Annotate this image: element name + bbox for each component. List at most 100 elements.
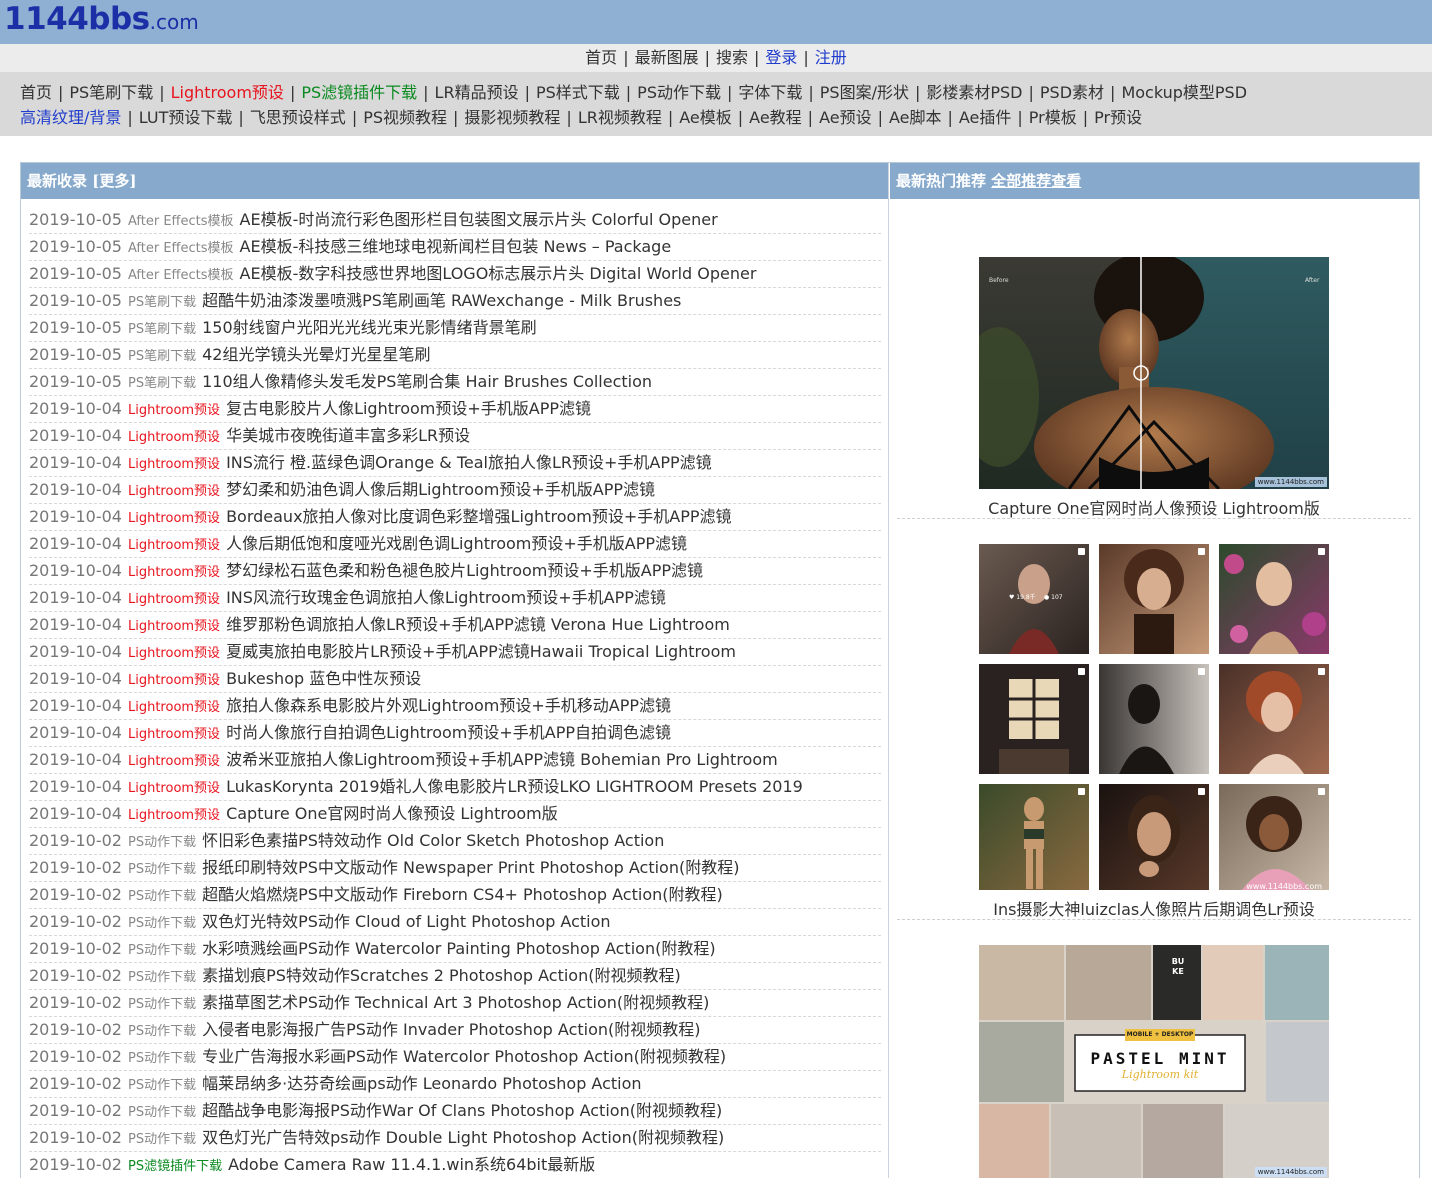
category-link[interactable]: Mockup模型PSD: [1121, 83, 1247, 102]
item-title-link[interactable]: 夏威夷旅拍电影胶片LR预设+手机APP滤镜Hawaii Tropical Lig…: [226, 642, 736, 661]
top-nav-login[interactable]: 登录: [765, 48, 797, 67]
item-title-link[interactable]: 素描划痕PS特效动作Scratches 2 Photoshop Action(附…: [202, 966, 681, 985]
item-title-link[interactable]: LukasKorynta 2019婚礼人像电影胶片LR预设LKO LIGHTRO…: [226, 777, 803, 796]
item-category-link[interactable]: PS动作下载: [128, 1132, 196, 1147]
item-title-link[interactable]: 超酷战争电影海报PS动作War Of Clans Photoshop Actio…: [202, 1101, 722, 1120]
item-category-link[interactable]: Lightroom预设: [128, 484, 220, 499]
item-title-link[interactable]: 42组光学镜头光晕灯光星星笔刷: [202, 345, 430, 364]
item-category-link[interactable]: Lightroom预设: [128, 592, 220, 607]
item-title-link[interactable]: Bordeaux旅拍人像对比度调色彩整增强Lightroom预设+手机APP滤镜: [226, 507, 731, 526]
item-category-link[interactable]: Lightroom预设: [128, 781, 220, 796]
item-title-link[interactable]: 双色灯光特效PS动作 Cloud of Light Photoshop Acti…: [202, 912, 610, 931]
category-link[interactable]: LR视频教程: [578, 108, 662, 127]
category-link[interactable]: Ae预设: [819, 108, 872, 127]
item-title-link[interactable]: AE模板-时尚流行彩色图形栏目包装图文展示片头 Colorful Opener: [240, 210, 718, 229]
category-link[interactable]: LR精品预设: [435, 83, 519, 102]
category-link[interactable]: Ae脚本: [889, 108, 942, 127]
item-title-link[interactable]: 水彩喷溅绘画PS动作 Watercolor Painting Photoshop…: [202, 939, 716, 958]
item-title-link[interactable]: AE模板-科技感三维地球电视新闻栏目包装 News – Package: [240, 237, 672, 256]
latest-more-link[interactable]: [更多]: [92, 172, 136, 190]
hot-rec-3-image[interactable]: BU KE MOBILE + DESKTOP PASTEL MINT Light…: [979, 945, 1329, 1178]
category-link[interactable]: 高清纹理/背景: [20, 108, 121, 127]
item-title-link[interactable]: 波希米亚旅拍人像Lightroom预设+手机APP滤镜 Bohemian Pro…: [226, 750, 778, 769]
category-link[interactable]: Ae教程: [749, 108, 802, 127]
category-link[interactable]: 飞思预设样式: [250, 108, 346, 127]
item-category-link[interactable]: PS动作下载: [128, 1105, 196, 1120]
item-category-link[interactable]: After Effects模板: [128, 268, 234, 283]
item-title-link[interactable]: 素描草图艺术PS动作 Technical Art 3 Photoshop Act…: [202, 993, 709, 1012]
category-link[interactable]: PS滤镜插件下载: [301, 83, 417, 102]
top-nav-home[interactable]: 首页: [585, 48, 617, 67]
hot-rec-2-caption[interactable]: Ins摄影大神luizclas人像照片后期调色Lr预设: [897, 896, 1411, 920]
item-category-link[interactable]: Lightroom预设: [128, 511, 220, 526]
item-title-link[interactable]: 双色灯光广告特效ps动作 Double Light Photoshop Acti…: [202, 1128, 724, 1147]
item-category-link[interactable]: Lightroom预设: [128, 403, 220, 418]
category-link[interactable]: PS样式下载: [536, 83, 620, 102]
item-category-link[interactable]: Lightroom预设: [128, 619, 220, 634]
item-category-link[interactable]: Lightroom预设: [128, 565, 220, 580]
item-title-link[interactable]: 幅莱昂纳多·达芬奇绘画ps动作 Leonardo Photoshop Actio…: [202, 1074, 641, 1093]
item-category-link[interactable]: Lightroom预设: [128, 538, 220, 553]
item-title-link[interactable]: 复古电影胶片人像Lightroom预设+手机版APP滤镜: [226, 399, 591, 418]
hot-all-link[interactable]: 全部推荐查看: [991, 172, 1081, 190]
category-link[interactable]: PS动作下载: [637, 83, 721, 102]
top-nav-register[interactable]: 注册: [815, 48, 847, 67]
top-nav-search[interactable]: 搜索: [716, 48, 748, 67]
item-category-link[interactable]: After Effects模板: [128, 214, 234, 229]
item-category-link[interactable]: Lightroom预设: [128, 700, 220, 715]
item-title-link[interactable]: Bukeshop 蓝色中性灰预设: [226, 669, 421, 688]
category-link[interactable]: PS图案/形状: [820, 83, 909, 102]
item-title-link[interactable]: 梦幻柔和奶油色调人像后期Lightroom预设+手机版APP滤镜: [226, 480, 655, 499]
item-title-link[interactable]: 超酷牛奶油漆泼墨喷溅PS笔刷画笔 RAWexchange - Milk Brus…: [202, 291, 681, 310]
item-title-link[interactable]: 报纸印刷特效PS中文版动作 Newspaper Print Photoshop …: [202, 858, 739, 877]
item-title-link[interactable]: INS风流行玫瑰金色调旅拍人像Lightroom预设+手机APP滤镜: [226, 588, 666, 607]
item-category-link[interactable]: After Effects模板: [128, 241, 234, 256]
hot-rec-1-caption[interactable]: Capture One官网时尚人像预设 Lightroom版: [897, 495, 1411, 519]
item-title-link[interactable]: 怀旧彩色素描PS特效动作 Old Color Sketch Photoshop …: [202, 831, 664, 850]
item-category-link[interactable]: PS笔刷下载: [128, 376, 196, 391]
item-category-link[interactable]: PS动作下载: [128, 970, 196, 985]
item-title-link[interactable]: 梦幻绿松石蓝色柔和粉色褪色胶片Lightroom预设+手机版APP滤镜: [226, 561, 703, 580]
item-title-link[interactable]: 华美城市夜晚街道丰富多彩LR预设: [226, 426, 470, 445]
category-link[interactable]: 摄影视频教程: [464, 108, 560, 127]
item-category-link[interactable]: Lightroom预设: [128, 430, 220, 445]
category-link[interactable]: PSD素材: [1040, 83, 1104, 102]
item-category-link[interactable]: Lightroom预设: [128, 457, 220, 472]
item-title-link[interactable]: 维罗那粉色调旅拍人像LR预设+手机APP滤镜 Verona Hue Lightr…: [226, 615, 730, 634]
item-title-link[interactable]: 时尚人像旅行自拍调色Lightroom预设+手机APP自拍调色滤镜: [226, 723, 671, 742]
item-category-link[interactable]: PS笔刷下载: [128, 322, 196, 337]
item-title-link[interactable]: INS流行 橙.蓝绿色调Orange & Teal旅拍人像LR预设+手机APP滤…: [226, 453, 712, 472]
item-category-link[interactable]: PS动作下载: [128, 1051, 196, 1066]
hot-rec-1-image[interactable]: Before After www.1144bbs.com: [979, 257, 1329, 489]
item-title-link[interactable]: Adobe Camera Raw 11.4.1.win系统64bit最新版: [228, 1155, 595, 1174]
item-category-link[interactable]: PS动作下载: [128, 943, 196, 958]
item-title-link[interactable]: 150射线窗户光阳光光线光束光影情绪背景笔刷: [202, 318, 537, 337]
category-link[interactable]: Lightroom预设: [171, 83, 284, 102]
hot-rec-2-image[interactable]: ♥ 19.8千 ● 107 www.1144bbs.com: [979, 544, 1329, 890]
item-title-link[interactable]: 超酷火焰燃烧PS中文版动作 Fireborn CS4+ Photoshop Ac…: [202, 885, 723, 904]
category-link[interactable]: Ae模板: [679, 108, 732, 127]
item-category-link[interactable]: PS动作下载: [128, 1078, 196, 1093]
item-category-link[interactable]: PS动作下载: [128, 1024, 196, 1039]
item-title-link[interactable]: 旅拍人像森系电影胶片外观Lightroom预设+手机移动APP滤镜: [226, 696, 671, 715]
item-title-link[interactable]: Capture One官网时尚人像预设 Lightroom版: [226, 804, 558, 823]
item-category-link[interactable]: PS动作下载: [128, 997, 196, 1012]
item-category-link[interactable]: PS动作下载: [128, 889, 196, 904]
item-category-link[interactable]: PS动作下载: [128, 916, 196, 931]
top-nav-latest-gallery[interactable]: 最新图展: [635, 48, 699, 67]
item-title-link[interactable]: 入侵者电影海报广告PS动作 Invader Photoshop Action(附…: [202, 1020, 700, 1039]
site-logo[interactable]: 1144bbs.com: [4, 1, 199, 37]
item-category-link[interactable]: PS笔刷下载: [128, 349, 196, 364]
category-link[interactable]: 首页: [20, 83, 52, 102]
category-link[interactable]: Pr预设: [1094, 108, 1142, 127]
category-link[interactable]: PS视频教程: [363, 108, 447, 127]
item-title-link[interactable]: 专业广告海报水彩画PS动作 Watercolor Photoshop Actio…: [202, 1047, 726, 1066]
category-link[interactable]: Ae插件: [959, 108, 1012, 127]
category-link[interactable]: LUT预设下载: [139, 108, 233, 127]
category-link[interactable]: 影楼素材PSD: [926, 83, 1022, 102]
item-title-link[interactable]: 人像后期低饱和度哑光戏剧色调Lightroom预设+手机版APP滤镜: [226, 534, 687, 553]
item-category-link[interactable]: PS动作下载: [128, 862, 196, 877]
category-link[interactable]: PS笔刷下载: [69, 83, 153, 102]
item-category-link[interactable]: Lightroom预设: [128, 808, 220, 823]
item-title-link[interactable]: 110组人像精修头发毛发PS笔刷合集 Hair Brushes Collecti…: [202, 372, 652, 391]
